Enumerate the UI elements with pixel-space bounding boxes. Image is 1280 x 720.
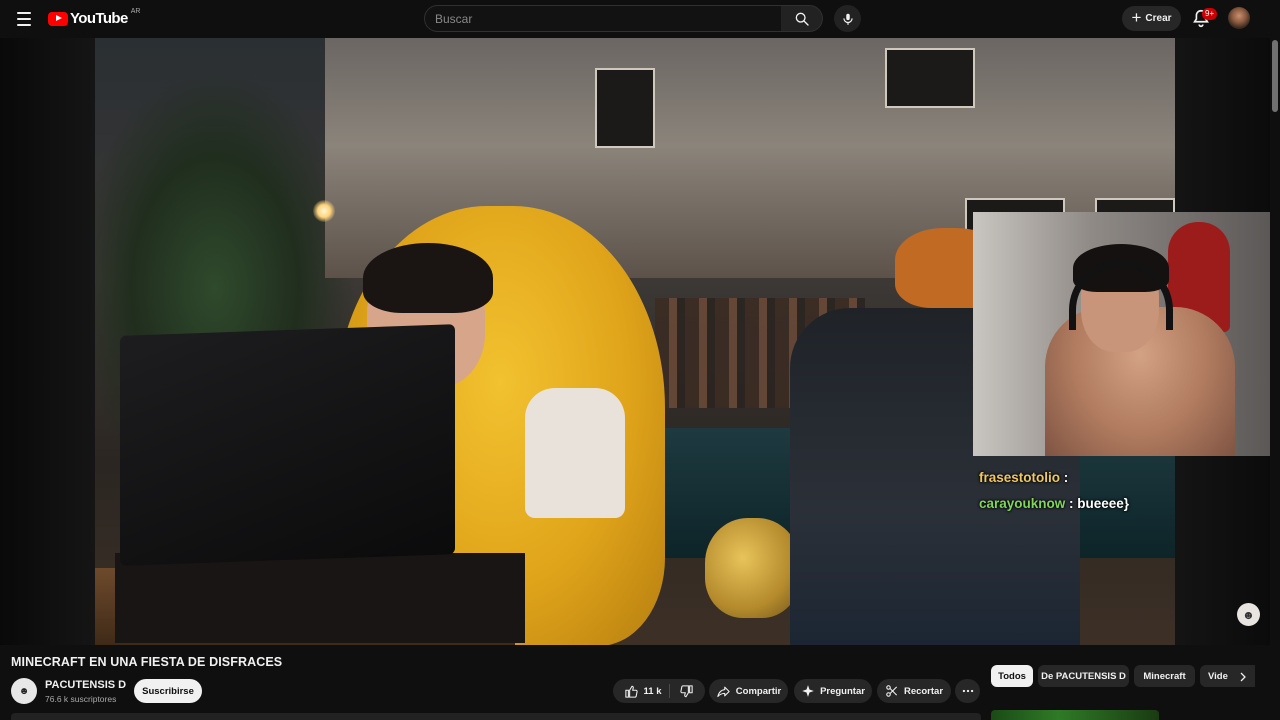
chat-username: frasestotolio (979, 470, 1061, 485)
more-horizontal-icon (962, 689, 973, 693)
search-icon (795, 12, 809, 26)
channel-watermark-icon[interactable]: ☻ (1237, 603, 1260, 626)
share-icon (717, 686, 730, 697)
youtube-logo[interactable]: YouTube AR (48, 8, 141, 27)
scrollbar-thumb[interactable] (1272, 40, 1278, 112)
scissors-icon (886, 685, 897, 697)
more-actions-button[interactable] (955, 679, 980, 703)
chevron-right-icon (1240, 672, 1246, 682)
chips-next-button[interactable] (1232, 666, 1254, 688)
search-input[interactable] (435, 6, 765, 31)
like-dislike-group: 11 k (613, 679, 705, 703)
subscribe-button[interactable]: Suscribirse (134, 679, 202, 703)
youtube-play-icon (48, 11, 68, 26)
dislike-button[interactable] (675, 684, 694, 699)
create-button[interactable]: + Crear (1122, 6, 1181, 31)
channel-name[interactable]: PACUTENSIS D (45, 679, 126, 691)
share-label: Compartir (735, 685, 782, 697)
chat-line: carayouknow : bueeee} (979, 496, 1130, 511)
stream-chat-overlay: frasestotolio : carayouknow : bueeee} (975, 450, 1175, 520)
search-button[interactable] (781, 5, 823, 32)
notifications-badge: 9+ (1202, 8, 1218, 20)
thumbs-down-icon (680, 684, 694, 697)
subscriber-count: 76.6 k suscriptores (45, 694, 117, 704)
country-code: AR (130, 8, 141, 15)
chip-minecraft[interactable]: Minecraft (1134, 665, 1195, 687)
chip-channel[interactable]: De PACUTENSIS D (1038, 665, 1129, 687)
description-box[interactable] (11, 713, 981, 720)
like-button[interactable]: 11 k (624, 684, 671, 698)
ask-label: Preguntar (820, 685, 865, 697)
guide-menu-button[interactable] (12, 8, 36, 30)
video-title: MINECRAFT EN UNA FIESTA DE DISFRACES (11, 655, 283, 669)
video-player[interactable]: frasestotolio : carayouknow : bueeee} ☻ (0, 38, 1270, 645)
like-count: 11 k (643, 685, 662, 697)
scene-laptop (120, 324, 455, 566)
channel-avatar[interactable]: ☻ (11, 678, 37, 704)
thumbs-up-icon (624, 685, 638, 698)
create-label: Crear (1145, 13, 1172, 24)
webcam-overlay (973, 212, 1270, 456)
clip-label: Recortar (903, 685, 944, 697)
clip-button[interactable]: Recortar (877, 679, 951, 703)
chat-line: frasestotolio : (979, 470, 1069, 485)
masthead: YouTube AR + Crear 9+ (0, 0, 1280, 38)
plus-icon: + (1131, 8, 1142, 27)
chip-todos[interactable]: Todos (991, 665, 1033, 687)
microphone-icon (842, 13, 853, 25)
voice-search-button[interactable] (834, 5, 861, 32)
chat-message: bueeee} (1077, 496, 1130, 511)
page-scrollbar[interactable] (1270, 38, 1280, 720)
chat-username: carayouknow (979, 496, 1066, 511)
related-filter-chips: Todos De PACUTENSIS D Minecraft Vide (990, 665, 1255, 687)
sparkle-icon (802, 685, 814, 697)
logo-text: YouTube (70, 10, 128, 27)
account-avatar[interactable] (1228, 7, 1250, 29)
recommended-video-thumbnail[interactable] (991, 710, 1159, 720)
share-button[interactable]: Compartir (709, 679, 788, 703)
search-box (424, 5, 782, 32)
scene-bag (705, 518, 800, 618)
ask-button[interactable]: Preguntar (794, 679, 872, 703)
